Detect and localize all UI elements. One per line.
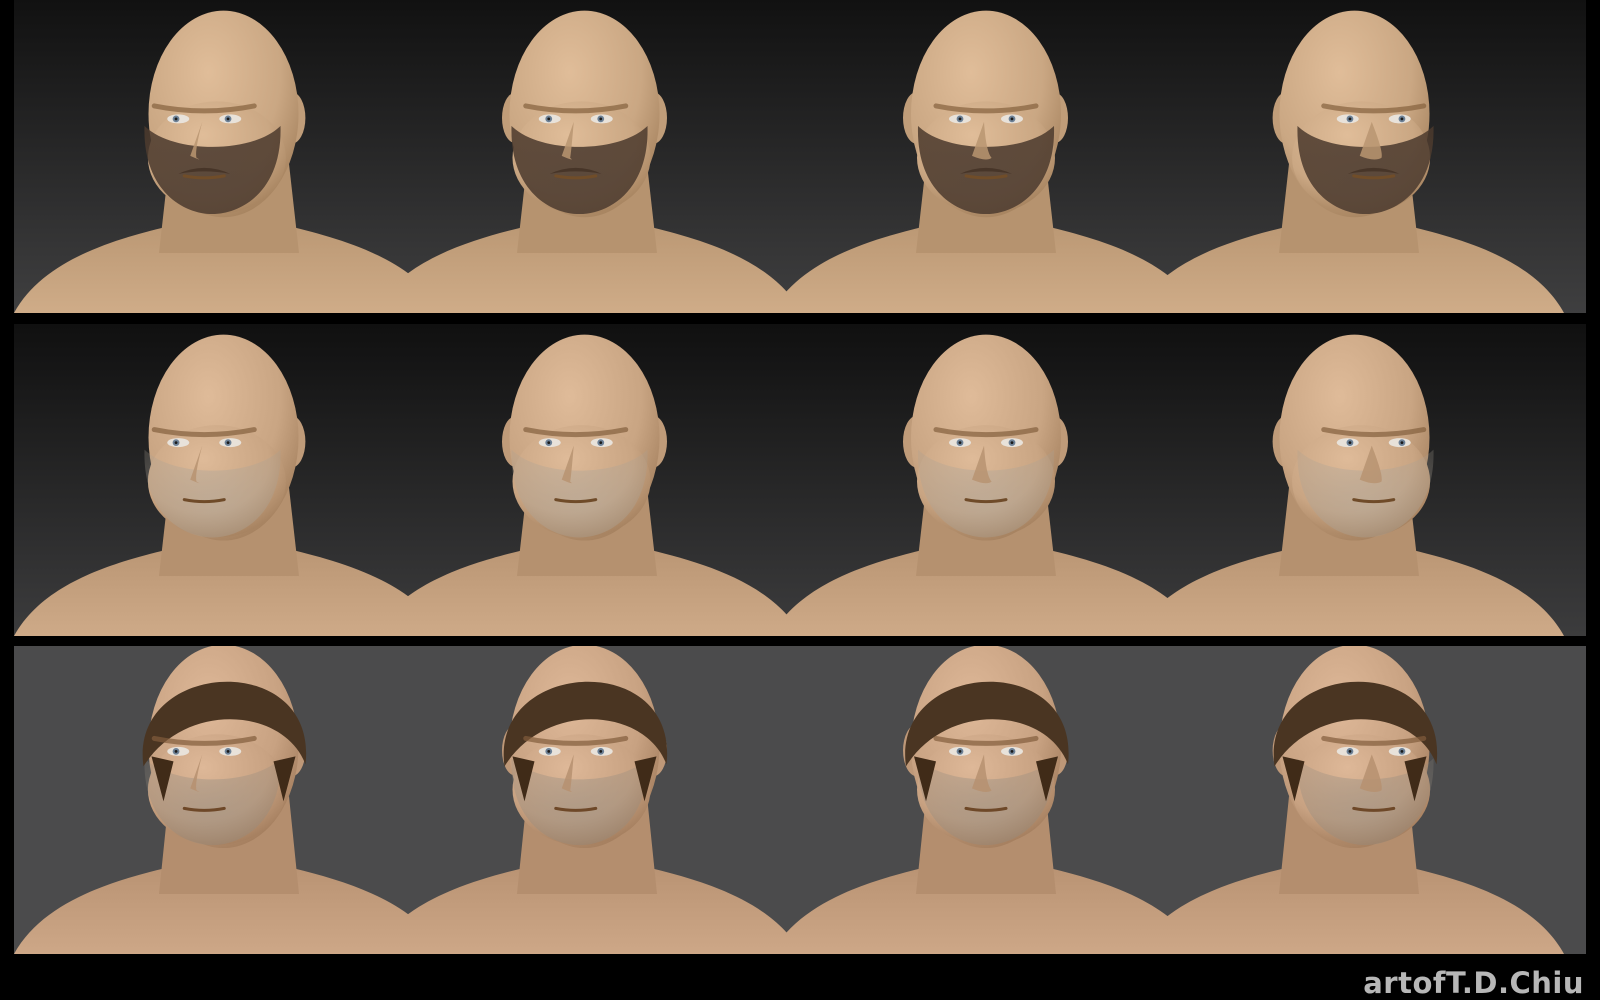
row-illustration	[14, 0, 1586, 313]
artist-watermark: artofT.D.Chiu	[1363, 966, 1584, 1000]
row-full-beard	[14, 0, 1586, 313]
row-hair-stubble	[14, 646, 1586, 954]
row-illustration	[14, 646, 1586, 954]
row-illustration	[14, 324, 1586, 636]
turnaround-sheet: artofT.D.Chiu	[0, 0, 1600, 1000]
row-stubble	[14, 324, 1586, 636]
